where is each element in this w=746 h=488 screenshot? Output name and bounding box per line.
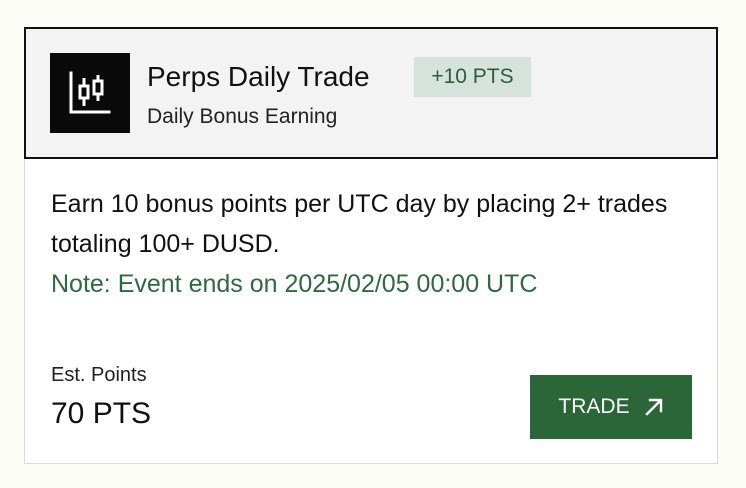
trade-button[interactable]: TRADE — [530, 375, 692, 439]
card-header: Perps Daily Trade +10 PTS Daily Bonus Ea… — [24, 27, 718, 159]
arrow-up-right-icon — [644, 397, 664, 417]
candlestick-chart-icon — [50, 53, 130, 133]
card-subtitle: Daily Bonus Earning — [147, 105, 338, 128]
card-description: Earn 10 bonus points per UTC day by plac… — [51, 190, 668, 258]
card-title: Perps Daily Trade — [147, 61, 370, 92]
est-points-label: Est. Points — [51, 364, 147, 386]
points-badge: +10 PTS — [414, 57, 531, 97]
trade-button-label: TRADE — [558, 395, 630, 418]
perps-daily-trade-card: Perps Daily Trade +10 PTS Daily Bonus Ea… — [24, 27, 718, 464]
event-end-note: Note: Event ends on 2025/02/05 00:00 UTC — [51, 270, 538, 298]
est-points-value: 70 PTS — [51, 397, 152, 430]
